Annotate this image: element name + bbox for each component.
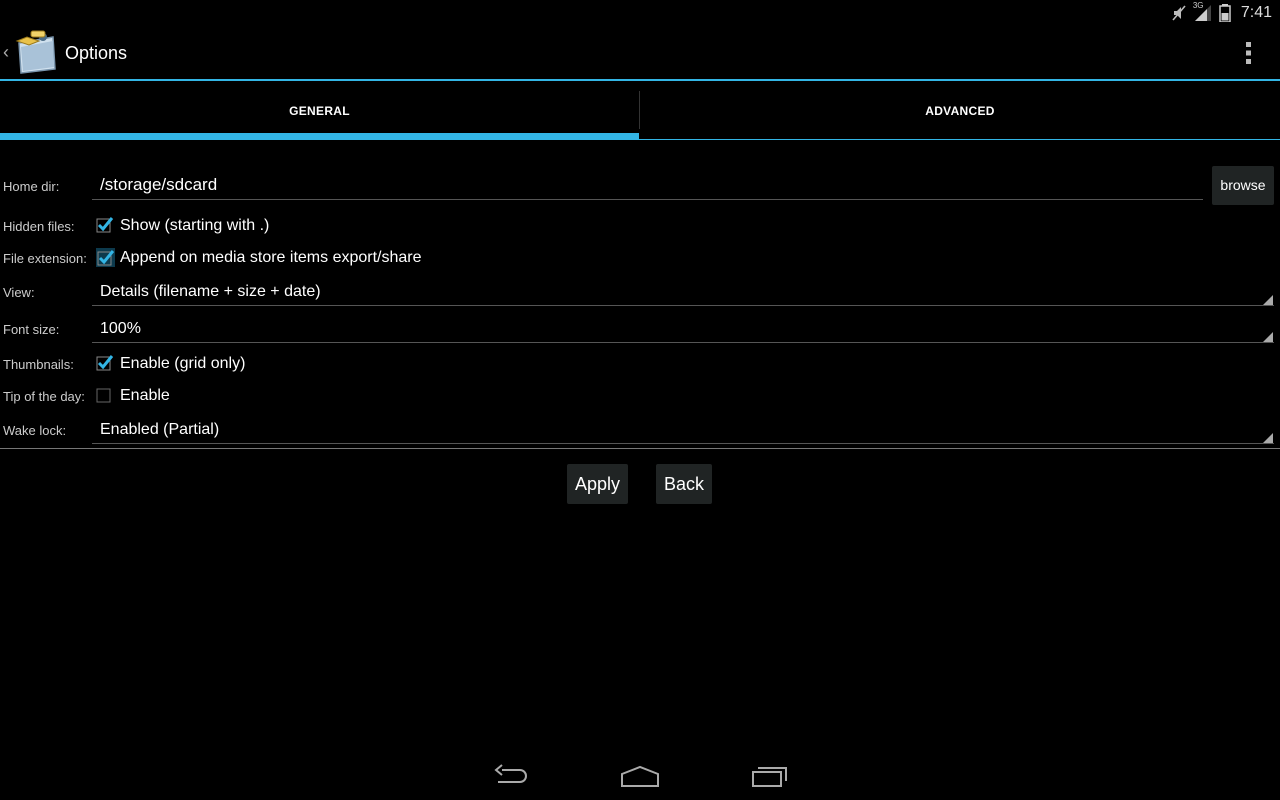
- page-title: Options: [65, 43, 128, 63]
- navigation-bar: [0, 752, 1280, 800]
- tab-bar: GENERAL ADVANCED: [0, 81, 1280, 140]
- home-dir-label: Home dir:: [3, 179, 60, 194]
- mute-icon: [1171, 4, 1187, 22]
- back-button[interactable]: Back: [656, 464, 712, 504]
- back-button-label: Back: [663, 474, 705, 494]
- up-caret-icon[interactable]: ‹: [3, 42, 9, 63]
- recents-nav-icon[interactable]: [750, 764, 788, 793]
- hidden-files-option[interactable]: Show (starting with .): [120, 217, 269, 235]
- thumbnails-checkbox[interactable]: [96, 354, 114, 371]
- tip-of-day-checkbox[interactable]: [96, 386, 112, 403]
- tab-advanced-label: ADVANCED: [925, 104, 995, 118]
- battery-icon: [1219, 4, 1231, 22]
- tab-general-label: GENERAL: [289, 104, 350, 118]
- browse-button-label: browse: [1220, 177, 1266, 193]
- wake-lock-label: Wake lock:: [3, 423, 67, 438]
- thumbnails-option[interactable]: Enable (grid only): [120, 355, 245, 373]
- file-extension-label: File extension:: [3, 251, 87, 266]
- status-clock: 7:41: [1240, 4, 1272, 21]
- apply-button[interactable]: Apply: [567, 464, 628, 504]
- action-bar: ‹ Options: [0, 26, 1280, 81]
- thumbnails-label: Thumbnails:: [3, 357, 74, 372]
- file-extension-option[interactable]: Append on media store items export/share: [120, 249, 422, 267]
- wake-lock-underline: [92, 443, 1274, 444]
- home-dir-underline: [92, 199, 1203, 200]
- font-size-underline: [92, 342, 1274, 343]
- view-label: View:: [3, 285, 35, 300]
- app-icon[interactable]: [13, 29, 61, 77]
- tip-of-day-option[interactable]: Enable: [120, 387, 170, 405]
- hidden-files-label: Hidden files:: [3, 219, 75, 234]
- status-bar: 3G 7:41: [0, 0, 1280, 26]
- font-size-value: 100%: [100, 320, 141, 337]
- view-value: Details (filename + size + date): [100, 283, 321, 300]
- apply-button-label: Apply: [574, 474, 621, 494]
- font-size-label: Font size:: [3, 322, 60, 337]
- view-underline: [92, 305, 1274, 306]
- file-extension-checkbox[interactable]: [96, 248, 115, 267]
- tab-advanced[interactable]: ADVANCED: [640, 81, 1280, 139]
- view-dropdown-icon: [1263, 295, 1273, 305]
- wake-lock-dropdown-icon: [1263, 433, 1273, 443]
- back-nav-icon[interactable]: [494, 764, 530, 793]
- home-nav-icon[interactable]: [620, 764, 660, 793]
- tab-selected-indicator: [0, 133, 639, 139]
- tip-of-day-label: Tip of the day:: [3, 389, 85, 404]
- status-icons: 3G 7:41: [1171, 1, 1272, 24]
- form-divider: [0, 448, 1280, 449]
- browse-button[interactable]: browse: [1212, 166, 1274, 205]
- network-type: 3G: [1192, 1, 1204, 10]
- wake-lock-value: Enabled (Partial): [100, 421, 220, 438]
- tab-general[interactable]: GENERAL: [0, 81, 639, 139]
- hidden-files-checkbox[interactable]: [96, 216, 114, 233]
- signal-icon: 3G: [1192, 1, 1213, 22]
- home-dir-input[interactable]: /storage/sdcard: [100, 175, 217, 195]
- font-size-dropdown-icon: [1263, 332, 1273, 342]
- overflow-menu-icon[interactable]: [1236, 40, 1260, 66]
